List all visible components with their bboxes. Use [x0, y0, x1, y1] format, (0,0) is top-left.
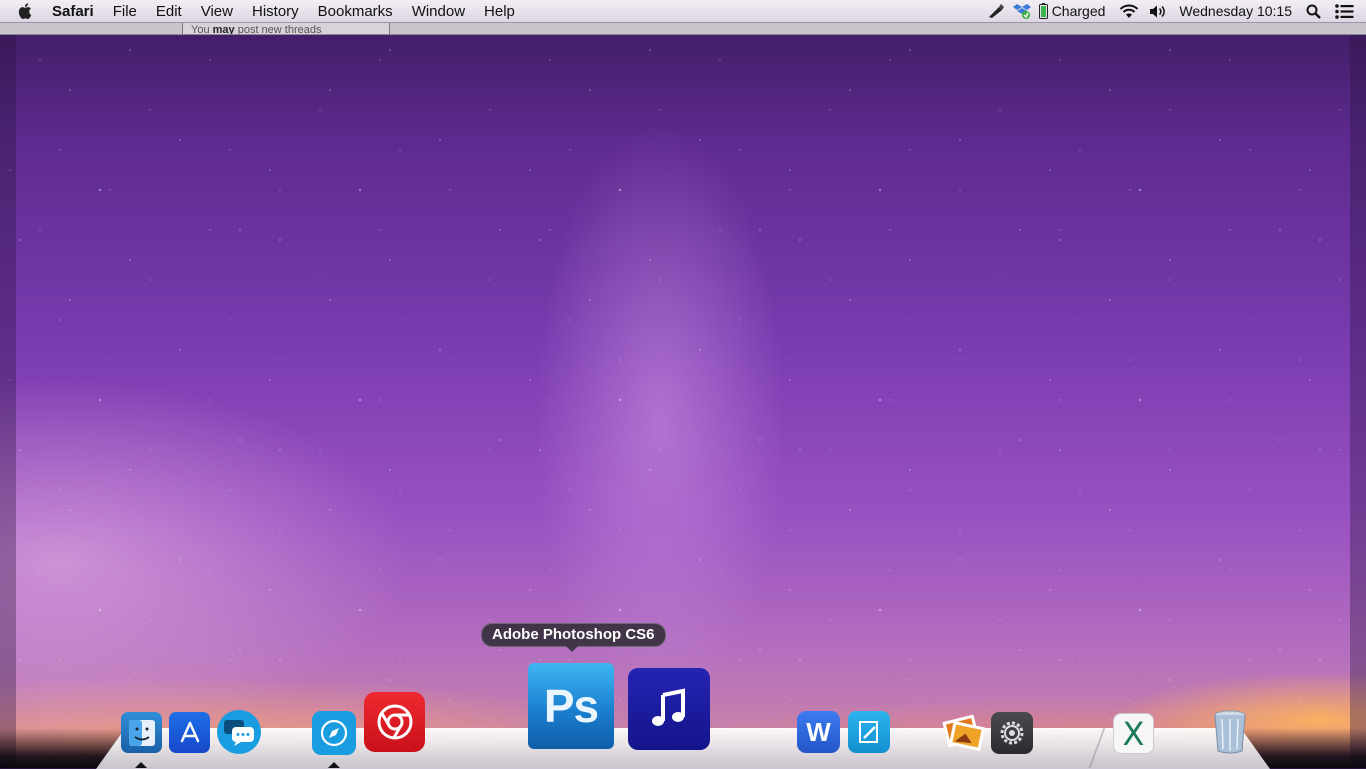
notification-center-icon[interactable] — [1335, 3, 1354, 19]
wifi-icon[interactable] — [1119, 4, 1139, 19]
photoshop-icon: Ps — [543, 680, 599, 732]
menu-edit[interactable]: Edit — [156, 3, 182, 20]
menu-bar: Safari File Edit View History Bookmarks … — [0, 0, 1366, 23]
dock-photoshop[interactable]: Ps — [528, 663, 614, 749]
menu-history[interactable]: History — [252, 3, 299, 20]
menu-app-safari[interactable]: Safari — [52, 3, 94, 20]
menu-file[interactable]: File — [113, 3, 137, 20]
forum-permission-text: You may post new threads — [182, 23, 390, 34]
dropbox-sync-icon[interactable] — [1012, 3, 1031, 19]
dock-tooltip: Adobe Photoshop CS6 — [481, 623, 666, 652]
safari-icon — [320, 719, 348, 747]
dock-app-store[interactable] — [169, 712, 210, 753]
safari-running-indicator — [328, 762, 340, 768]
chrome-icon — [377, 704, 412, 740]
gear-icon — [1000, 721, 1024, 745]
dock-system-preferences[interactable] — [991, 712, 1033, 754]
permission-suffix: post new threads — [234, 24, 322, 34]
clock[interactable]: Wednesday 10:15 — [1179, 3, 1292, 19]
permission-prefix: You — [191, 24, 213, 34]
messages-icon — [224, 720, 254, 746]
dock-messages[interactable] — [217, 710, 261, 754]
app-store-icon — [180, 721, 199, 742]
dock-x-app[interactable]: X — [1113, 713, 1154, 754]
dock-finder[interactable] — [121, 712, 162, 753]
pages-icon — [859, 721, 878, 743]
desktop-wallpaper — [0, 0, 1366, 768]
pen-tool-icon[interactable] — [987, 3, 1005, 19]
dock-chrome[interactable] — [364, 692, 425, 752]
preview-icon — [942, 714, 986, 752]
music-icon — [652, 688, 685, 726]
status-area: Charged Wednesday 10:15 — [987, 0, 1366, 22]
dock-preview[interactable] — [941, 710, 987, 754]
dock-trash[interactable] — [1210, 708, 1250, 756]
menu-view[interactable]: View — [201, 3, 233, 20]
apple-menu-icon[interactable] — [18, 2, 34, 20]
trash-icon — [1214, 710, 1246, 754]
spotlight-search-icon[interactable] — [1306, 4, 1321, 19]
permission-bold: may — [212, 24, 235, 34]
menu-help[interactable]: Help — [484, 3, 515, 20]
finder-running-indicator — [135, 762, 147, 768]
battery-icon[interactable] — [1038, 3, 1048, 19]
dock-safari[interactable] — [312, 711, 356, 755]
finder-icon — [128, 719, 155, 746]
volume-icon[interactable] — [1149, 4, 1167, 19]
word-icon: W — [806, 716, 831, 747]
dock-pages[interactable] — [848, 711, 890, 753]
dock-word[interactable]: W — [797, 711, 840, 753]
menu-window[interactable]: Window — [412, 3, 465, 20]
menu-bookmarks[interactable]: Bookmarks — [318, 3, 393, 20]
browser-content-strip: You may post new threads — [0, 23, 1366, 35]
dock-itunes[interactable] — [628, 668, 710, 750]
battery-status: Charged — [1051, 3, 1106, 19]
x-icon: X — [1122, 714, 1145, 753]
